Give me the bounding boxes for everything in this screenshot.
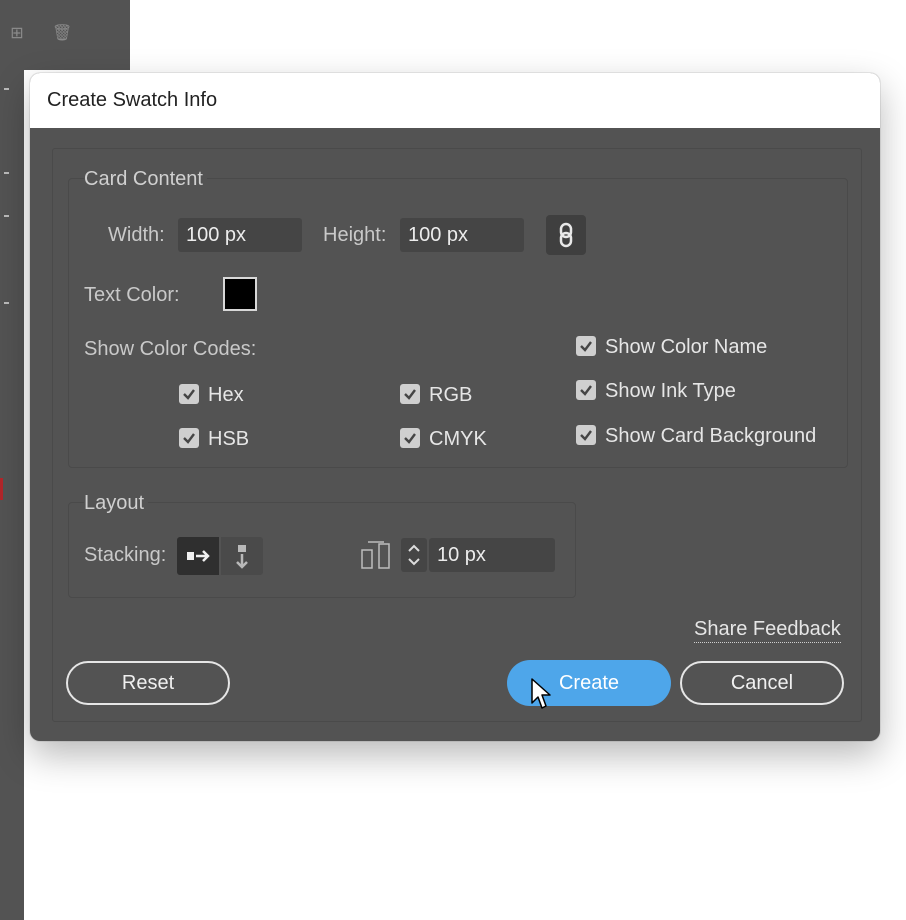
link-icon — [559, 222, 573, 248]
dialog-title: Create Swatch Info — [30, 73, 880, 128]
text-color-swatch[interactable] — [223, 277, 257, 311]
checkmark-icon — [404, 433, 416, 444]
panel-tick — [4, 172, 9, 174]
checkmark-icon — [580, 385, 592, 396]
width-label: Width: — [108, 224, 165, 246]
show-ink-type-label: Show Ink Type — [605, 380, 736, 402]
trash-icon[interactable]: 🗑 — [52, 25, 72, 43]
checkmark-icon — [580, 341, 592, 352]
rgb-label: RGB — [429, 384, 473, 406]
stacking-horizontal-button[interactable] — [177, 537, 219, 575]
height-label: Height: — [323, 224, 387, 246]
hsb-checkbox[interactable] — [179, 428, 199, 448]
mouse-cursor-icon — [531, 678, 551, 709]
constrain-proportions-button[interactable] — [546, 215, 586, 255]
checkmark-icon — [580, 430, 592, 441]
show-card-background-checkbox[interactable] — [576, 425, 596, 445]
hex-label: Hex — [208, 384, 244, 406]
cmyk-checkbox[interactable] — [400, 428, 420, 448]
panel-tick — [4, 215, 9, 217]
panel-tick — [4, 88, 9, 90]
layout-title: Layout — [84, 492, 149, 515]
stacking-toggle — [177, 537, 263, 575]
show-color-codes-label: Show Color Codes: — [84, 338, 257, 360]
width-input[interactable]: 100 px — [178, 218, 302, 252]
spacing-stepper[interactable] — [401, 538, 427, 572]
add-layer-icon[interactable]: ⊞ — [8, 25, 26, 43]
stacking-label: Stacking: — [84, 544, 167, 566]
cancel-button[interactable]: Cancel — [680, 661, 844, 705]
background-app-panel — [0, 0, 24, 920]
arrow-right-icon — [187, 550, 210, 562]
panel-tick — [4, 302, 9, 304]
checkmark-icon — [404, 389, 416, 400]
card-content-title: Card Content — [84, 168, 207, 191]
show-color-name-checkbox[interactable] — [576, 336, 596, 356]
show-card-background-label: Show Card Background — [605, 425, 817, 447]
chevron-up-down-icon — [408, 544, 420, 566]
text-color-label: Text Color: — [84, 284, 180, 306]
reset-button[interactable]: Reset — [66, 661, 230, 705]
spacing-input[interactable]: 10 px — [429, 538, 555, 572]
show-color-name-label: Show Color Name — [605, 336, 768, 358]
share-feedback-link[interactable]: Share Feedback — [694, 618, 841, 643]
rgb-checkbox[interactable] — [400, 384, 420, 404]
spacing-icon — [361, 541, 390, 569]
background-layers-panel: ⊞ 🗑 — [0, 0, 130, 70]
show-ink-type-checkbox[interactable] — [576, 380, 596, 400]
panel-marker — [0, 478, 3, 500]
stacking-vertical-button[interactable] — [221, 537, 263, 575]
cmyk-label: CMYK — [429, 428, 487, 450]
arrow-down-icon — [236, 545, 248, 569]
checkmark-icon — [183, 433, 195, 444]
dialog-body: Card Content Width: 100 px Height: 100 p… — [30, 128, 880, 741]
create-swatch-info-dialog: Create Swatch Info Card Content Width: 1… — [30, 73, 880, 741]
height-input[interactable]: 100 px — [400, 218, 524, 252]
hsb-label: HSB — [208, 428, 250, 450]
checkmark-icon — [183, 389, 195, 400]
hex-checkbox[interactable] — [179, 384, 199, 404]
